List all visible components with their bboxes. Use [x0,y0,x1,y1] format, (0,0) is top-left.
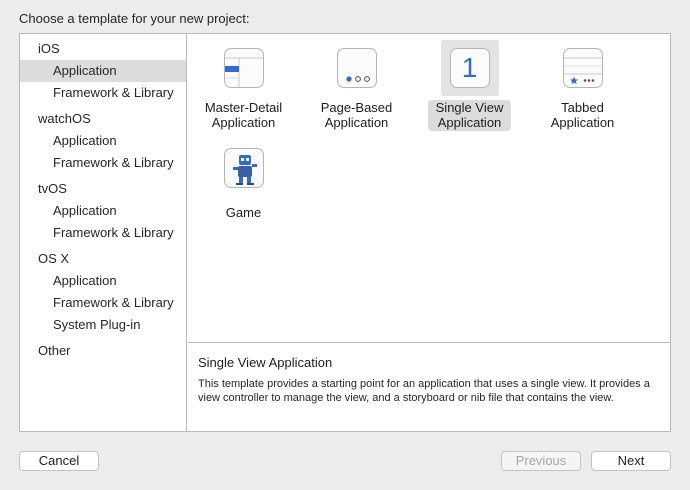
sidebar-group-other[interactable]: Other [20,340,186,362]
single-view-glyph: 1 [461,52,478,83]
dialog-prompt: Choose a template for your new project: [19,11,250,26]
cancel-button[interactable]: Cancel [19,451,99,471]
sidebar-item-watchos-application[interactable]: Application [20,130,186,152]
next-button[interactable]: Next [591,451,671,471]
template-label-line1: Tabbed [561,100,604,115]
template-tabbed[interactable]: Tabbed Application [526,40,639,132]
template-label-line1: Single View [435,100,504,115]
template-label-line1: Master-Detail [204,100,283,115]
description-title: Single View Application [198,355,333,370]
template-master-detail[interactable]: Master-Detail Application [187,40,300,132]
sidebar-item-osx-application[interactable]: Application [20,270,186,292]
template-page-based[interactable]: Page-Based Application [300,40,413,132]
page-based-icon [336,48,377,88]
sidebar-group-tvos[interactable]: tvOS [20,178,186,200]
sidebar-item-watchos-framework[interactable]: Framework & Library [20,152,186,174]
template-label-line1: Page-Based [320,100,393,115]
master-detail-icon [223,48,264,88]
template-game[interactable]: Game [187,140,300,222]
sidebar-group-ios[interactable]: iOS [20,38,186,60]
template-single-view[interactable]: 1 Single View Application [413,40,526,132]
sidebar-item-osx-framework[interactable]: Framework & Library [20,292,186,314]
previous-button[interactable]: Previous [501,451,581,471]
template-label-line2: Application [211,115,276,130]
single-view-icon: 1 [449,48,490,88]
game-icon [223,148,264,188]
platform-sidebar: iOS Application Framework & Library watc… [20,34,187,431]
sidebar-item-tvos-framework[interactable]: Framework & Library [20,222,186,244]
sidebar-item-osx-system-plugin[interactable]: System Plug-in [20,314,186,336]
sidebar-item-tvos-application[interactable]: Application [20,200,186,222]
tabbed-icon [562,48,603,88]
sidebar-item-ios-framework[interactable]: Framework & Library [20,82,186,104]
sidebar-group-osx[interactable]: OS X [20,248,186,270]
template-label-line2: Application [550,115,615,130]
description-body: This template provides a starting point … [198,378,650,404]
template-description: Single View Application This template pr… [188,342,670,431]
template-label-line1: Game [225,205,262,220]
template-chooser-panel: iOS Application Framework & Library watc… [19,33,671,432]
template-label-line2: Application [437,115,502,130]
template-label-line2: Application [324,115,389,130]
template-grid: Master-Detail Application Page-Based App… [188,34,670,342]
sidebar-group-watchos[interactable]: watchOS [20,108,186,130]
sidebar-item-ios-application[interactable]: Application [20,60,186,82]
